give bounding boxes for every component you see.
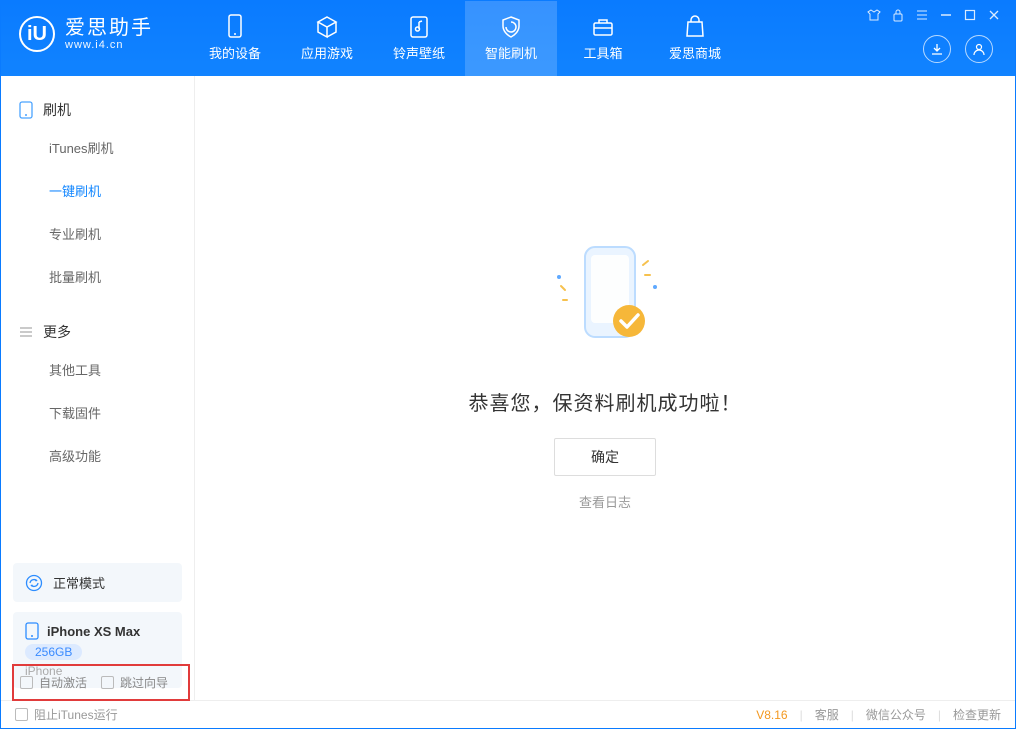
lock-icon[interactable]: [887, 5, 909, 25]
sidebar-item-advanced[interactable]: 高级功能: [49, 434, 194, 477]
checkbox-block-itunes[interactable]: 阻止iTunes运行: [15, 706, 118, 723]
checkbox-icon: [15, 708, 28, 721]
logo-icon: iU: [19, 16, 55, 52]
tab-store[interactable]: 爱思商城: [649, 1, 741, 76]
logo: iU 爱思助手 www.i4.cn: [1, 1, 171, 52]
sidebar-header-more[interactable]: 更多: [1, 316, 194, 348]
sidebar-item-itunes-flash[interactable]: iTunes刷机: [49, 126, 194, 169]
device-icon: [223, 15, 247, 39]
checkbox-icon: [20, 676, 33, 689]
sidebar-item-download-firmware[interactable]: 下载固件: [49, 391, 194, 434]
checkbox-icon: [101, 676, 114, 689]
tab-ringtones-wallpapers[interactable]: 铃声壁纸: [373, 1, 465, 76]
tab-label: 应用游戏: [301, 43, 353, 62]
version-label: V8.16: [756, 708, 787, 722]
bag-icon: [683, 15, 707, 39]
sidebar-group-more: 更多 其他工具 下载固件 高级功能: [1, 298, 194, 477]
toolbox-icon: [591, 15, 615, 39]
music-icon: [407, 15, 431, 39]
phone-success-icon: [525, 235, 685, 365]
app-title: 爱思助手: [65, 17, 153, 39]
app-subtitle: www.i4.cn: [65, 39, 153, 51]
sidebar-header-label: 更多: [43, 322, 71, 342]
checkbox-skip-guide[interactable]: 跳过向导: [101, 674, 168, 691]
tab-smart-flash[interactable]: 智能刷机: [465, 1, 557, 76]
app-window: iU 爱思助手 www.i4.cn 我的设备 应用游戏: [0, 0, 1016, 729]
minimize-button[interactable]: [935, 5, 957, 25]
success-title: 恭喜您，保资料刷机成功啦！: [469, 387, 742, 416]
tab-label: 爱思商城: [669, 43, 721, 62]
sidebar-item-batch-flash[interactable]: 批量刷机: [49, 255, 194, 298]
mode-label: 正常模式: [53, 573, 105, 592]
checkbox-label: 跳过向导: [120, 674, 168, 691]
titlebar-right: [863, 1, 1015, 76]
flash-options-highlight: 自动激活 跳过向导: [12, 664, 190, 700]
check-update-link[interactable]: 检查更新: [953, 706, 1001, 723]
nav-tabs: 我的设备 应用游戏 铃声壁纸 智能刷机: [189, 1, 741, 76]
checkbox-label: 阻止iTunes运行: [34, 706, 118, 723]
titlebar: iU 爱思助手 www.i4.cn 我的设备 应用游戏: [1, 1, 1015, 76]
sidebar-group-flash: 刷机 iTunes刷机 一键刷机 专业刷机 批量刷机: [1, 76, 194, 298]
checkbox-auto-activate[interactable]: 自动激活: [20, 674, 87, 691]
tab-label: 我的设备: [209, 43, 261, 62]
sidebar: 刷机 iTunes刷机 一键刷机 专业刷机 批量刷机 更多 其他工具 下载固件: [1, 76, 195, 700]
maximize-button[interactable]: [959, 5, 981, 25]
view-log-link[interactable]: 查看日志: [579, 492, 631, 511]
customer-service-link[interactable]: 客服: [815, 706, 839, 723]
cube-icon: [315, 15, 339, 39]
wechat-link[interactable]: 微信公众号: [866, 706, 926, 723]
sidebar-header-label: 刷机: [43, 100, 71, 120]
sidebar-header-flash[interactable]: 刷机: [1, 94, 194, 126]
device-storage: 256GB: [25, 644, 82, 660]
tab-toolbox[interactable]: 工具箱: [557, 1, 649, 76]
phone-icon: [25, 622, 39, 640]
device-mode[interactable]: 正常模式: [13, 563, 182, 602]
tab-label: 智能刷机: [485, 43, 537, 62]
main: 恭喜您，保资料刷机成功啦！ 确定 查看日志: [195, 76, 1015, 700]
menu-icon[interactable]: [911, 5, 933, 25]
user-button[interactable]: [965, 35, 993, 63]
download-button[interactable]: [923, 35, 951, 63]
window-controls: [863, 1, 1009, 25]
ok-button[interactable]: 确定: [554, 438, 656, 476]
sidebar-item-pro-flash[interactable]: 专业刷机: [49, 212, 194, 255]
tab-apps-games[interactable]: 应用游戏: [281, 1, 373, 76]
tab-label: 铃声壁纸: [393, 43, 445, 62]
sidebar-item-other-tools[interactable]: 其他工具: [49, 348, 194, 391]
device-name: iPhone XS Max: [47, 624, 140, 639]
body: 刷机 iTunes刷机 一键刷机 专业刷机 批量刷机 更多 其他工具 下载固件: [1, 76, 1015, 700]
sync-icon: [25, 574, 43, 592]
success-hero: 恭喜您，保资料刷机成功啦！ 确定 查看日志: [469, 235, 742, 511]
statusbar: 阻止iTunes运行 V8.16 | 客服 | 微信公众号 | 检查更新: [1, 700, 1015, 728]
shirt-icon[interactable]: [863, 5, 885, 25]
list-icon: [19, 325, 33, 339]
checkbox-label: 自动激活: [39, 674, 87, 691]
sidebar-item-oneclick-flash[interactable]: 一键刷机: [49, 169, 194, 212]
tab-my-device[interactable]: 我的设备: [189, 1, 281, 76]
close-button[interactable]: [983, 5, 1005, 25]
tab-label: 工具箱: [583, 43, 622, 62]
phone-icon: [19, 101, 33, 119]
shield-icon: [499, 15, 523, 39]
